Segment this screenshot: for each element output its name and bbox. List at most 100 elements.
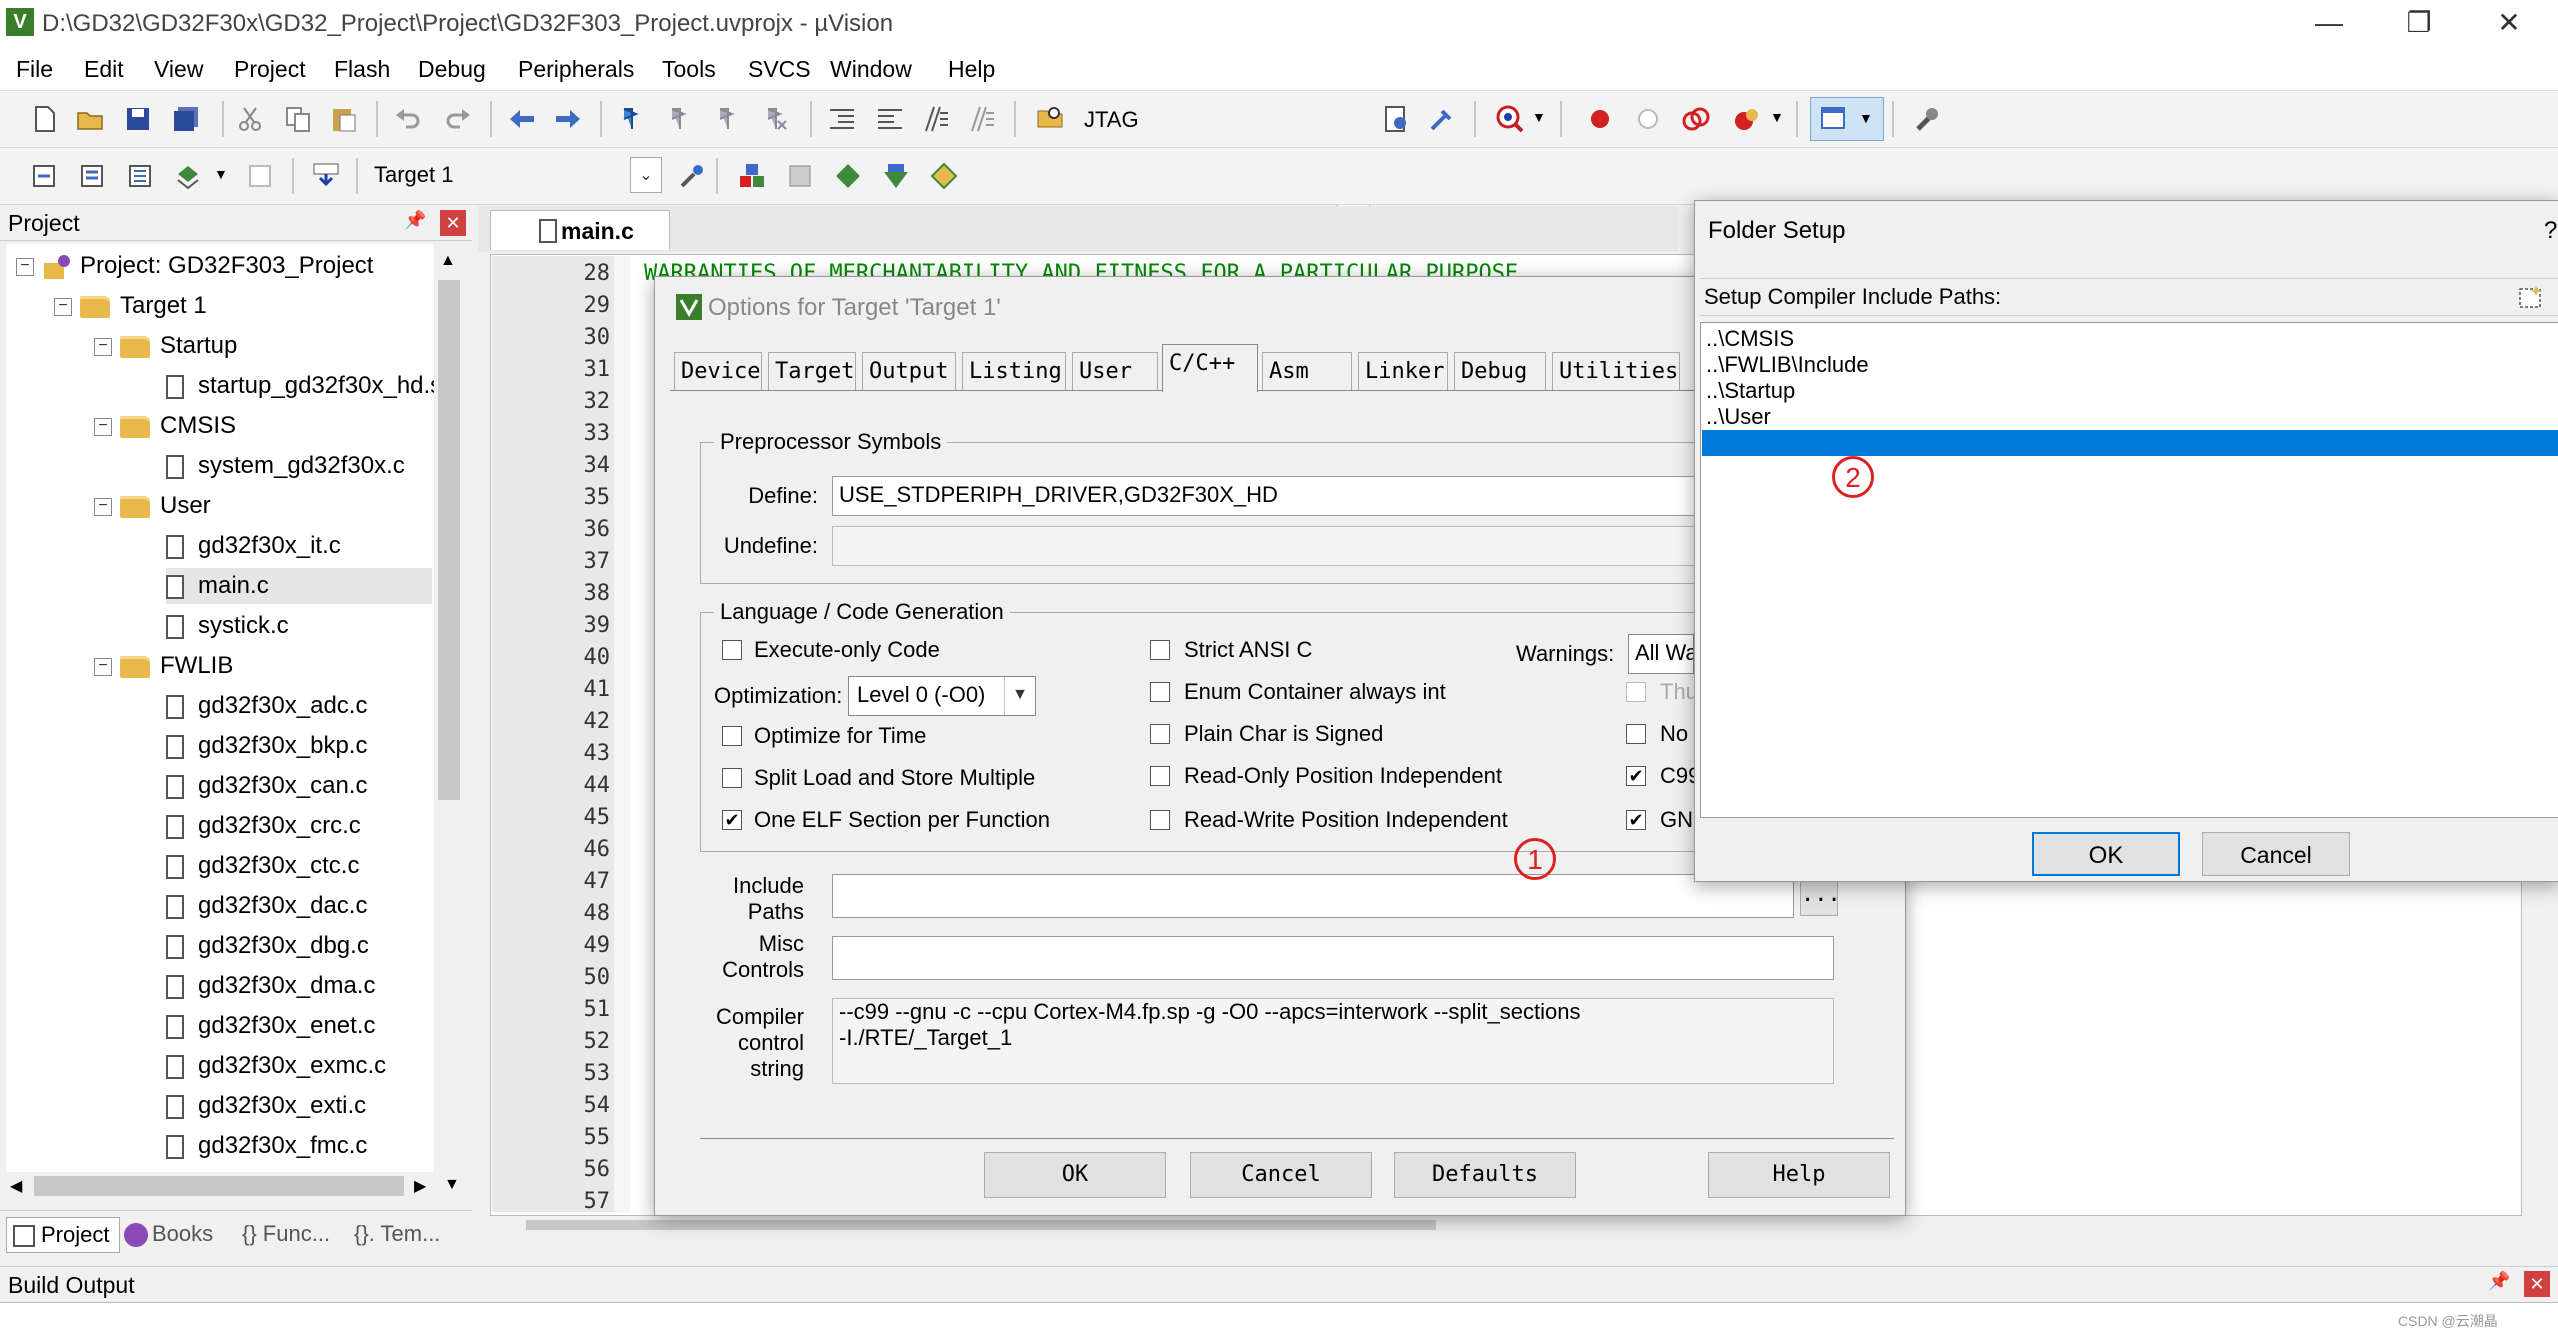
warnings-select[interactable]: All Wa — [1628, 634, 1694, 674]
scroll-down-icon[interactable]: ▼ — [444, 1176, 460, 1194]
one-elf-section-checkbox[interactable]: ✔ — [722, 810, 742, 830]
find-in-files-icon[interactable] — [1036, 103, 1064, 131]
tree-item-file[interactable]: gd32f30x_fmc.c — [166, 1128, 367, 1164]
breakpoint-icon[interactable] — [1586, 105, 1614, 133]
misc-controls-input[interactable] — [832, 936, 1834, 980]
include-path-item[interactable]: ..\CMSIS — [1706, 326, 1794, 352]
translate-icon[interactable] — [30, 162, 58, 190]
project-tree-vertical-scrollbar[interactable]: ▲ — [434, 248, 464, 1172]
tree-item-target[interactable]: − Target 1 — [54, 288, 207, 324]
gnu-extensions-checkbox[interactable]: ✔ — [1626, 810, 1646, 830]
tree-item-startup-group[interactable]: − Startup — [94, 328, 237, 364]
help-question-button[interactable]: ? — [2544, 214, 2557, 248]
tab-asm[interactable]: Asm — [1262, 352, 1352, 390]
menu-debug[interactable]: Debug — [418, 54, 486, 84]
help-button[interactable]: Help — [1708, 1152, 1890, 1198]
tree-item-file[interactable]: system_gd32f30x.c — [166, 448, 405, 484]
navigate-back-icon[interactable] — [508, 105, 536, 133]
include-paths-list[interactable] — [1700, 322, 2558, 818]
collapse-icon[interactable]: − — [94, 657, 112, 676]
manage-project-items-icon[interactable] — [738, 162, 766, 190]
menu-view[interactable]: View — [154, 54, 203, 84]
collapse-icon[interactable]: − — [94, 497, 112, 516]
include-paths-input[interactable] — [832, 874, 1794, 918]
collapse-icon[interactable]: − — [94, 417, 112, 436]
next-bookmark-icon[interactable] — [714, 105, 742, 133]
scroll-left-icon[interactable]: ◀ — [10, 1176, 22, 1196]
tree-item-file[interactable]: gd32f30x_exti.c — [166, 1088, 366, 1124]
include-path-new-entry-selected[interactable] — [1702, 430, 2558, 456]
ok-button[interactable]: OK — [984, 1152, 1166, 1198]
defaults-button[interactable]: Defaults — [1394, 1152, 1576, 1198]
tree-item-file[interactable]: gd32f30x_it.c — [166, 528, 341, 564]
tab-project[interactable]: Project — [6, 1217, 120, 1253]
menu-edit[interactable]: Edit — [84, 54, 124, 84]
editor-tab-main-c[interactable]: main.c — [490, 210, 670, 250]
menu-peripherals[interactable]: Peripherals — [518, 54, 634, 84]
menu-help[interactable]: Help — [948, 54, 995, 84]
c99-mode-checkbox[interactable]: ✔ — [1626, 766, 1646, 786]
configure-icon[interactable] — [1382, 105, 1410, 133]
pack-installer-icon[interactable] — [882, 162, 910, 190]
tree-item-file[interactable]: gd32f30x_ctc.c — [166, 848, 359, 884]
batch-build-icon[interactable] — [174, 162, 202, 190]
folder-setup-ok-button[interactable]: OK — [2032, 832, 2180, 876]
enum-container-checkbox[interactable] — [1150, 682, 1170, 702]
chevron-down-icon[interactable]: ▼ — [1770, 109, 1784, 125]
strict-ansi-c-checkbox[interactable] — [1150, 640, 1170, 660]
tab-utilities[interactable]: Utilities — [1552, 352, 1680, 390]
uncomment-icon[interactable] — [968, 105, 996, 133]
include-paths-browse-button[interactable]: ... — [1800, 876, 1841, 916]
clear-bookmarks-icon[interactable] — [762, 105, 790, 133]
plain-char-signed-checkbox[interactable] — [1150, 724, 1170, 744]
wrench-icon[interactable] — [1912, 105, 1940, 133]
disable-breakpoint-icon[interactable] — [1634, 105, 1662, 133]
folder-setup-cancel-button[interactable]: Cancel — [2202, 832, 2350, 876]
include-path-item[interactable]: ..\Startup — [1706, 378, 1795, 404]
unindent-icon[interactable] — [876, 105, 904, 133]
tab-user[interactable]: User — [1072, 352, 1158, 390]
menu-svcs[interactable]: SVCS — [748, 54, 811, 84]
new-file-icon[interactable] — [30, 105, 58, 133]
cut-icon[interactable] — [236, 105, 264, 133]
build-output-pane[interactable]: CSDN @云潮晶 — [0, 1302, 2558, 1339]
tab-device[interactable]: Device — [674, 352, 762, 390]
tree-item-file[interactable]: gd32f30x_dbg.c — [166, 928, 369, 964]
copy-icon[interactable] — [284, 105, 312, 133]
pin-icon[interactable]: 📌 — [404, 210, 426, 231]
indent-icon[interactable] — [828, 105, 856, 133]
options-for-target-icon[interactable] — [678, 162, 706, 190]
tab-functions[interactable]: {} Func... — [242, 1217, 352, 1251]
close-panel-button[interactable]: ✕ — [2524, 1271, 2550, 1297]
tree-item-fwlib-group[interactable]: − FWLIB — [94, 648, 233, 684]
no-auto-includes-checkbox[interactable] — [1626, 724, 1646, 744]
tools-icon[interactable] — [1428, 105, 1456, 133]
rebuild-icon[interactable] — [126, 162, 154, 190]
include-path-item[interactable]: ..\FWLIB\Include — [1706, 352, 1869, 378]
tree-item-file[interactable]: gd32f30x_can.c — [166, 768, 367, 804]
cancel-button[interactable]: Cancel — [1190, 1152, 1372, 1198]
download-icon[interactable] — [312, 162, 340, 190]
manage-rte-icon[interactable] — [834, 162, 862, 190]
build-icon[interactable] — [78, 162, 106, 190]
open-folder-icon[interactable] — [76, 105, 104, 133]
tree-item-cmsis-group[interactable]: − CMSIS — [94, 408, 236, 444]
tree-item-file[interactable]: gd32f30x_bkp.c — [166, 728, 367, 764]
save-icon[interactable] — [124, 105, 152, 133]
new-path-icon[interactable] — [2518, 285, 2544, 309]
tree-item-file[interactable]: gd32f30x_crc.c — [166, 808, 361, 844]
menu-project[interactable]: Project — [234, 54, 306, 84]
tree-item-file[interactable]: gd32f30x_enet.c — [166, 1008, 375, 1044]
pin-icon[interactable]: 📌 — [2488, 1271, 2510, 1292]
tab-c-cpp[interactable]: C/C++ — [1162, 344, 1258, 392]
scrollbar-thumb[interactable] — [34, 1176, 404, 1196]
split-load-store-checkbox[interactable] — [722, 768, 742, 788]
minimize-button[interactable]: — — [2294, 2, 2364, 44]
save-all-icon[interactable] — [172, 105, 200, 133]
tree-item-project-root[interactable]: − Project: GD32F303_Project — [16, 248, 373, 284]
collapse-icon[interactable]: − — [16, 257, 34, 276]
close-window-button[interactable]: ✕ — [2474, 2, 2544, 44]
menu-flash[interactable]: Flash — [334, 54, 390, 84]
kill-breakpoints-icon[interactable] — [1732, 105, 1760, 133]
scrollbar-thumb[interactable] — [438, 280, 460, 800]
